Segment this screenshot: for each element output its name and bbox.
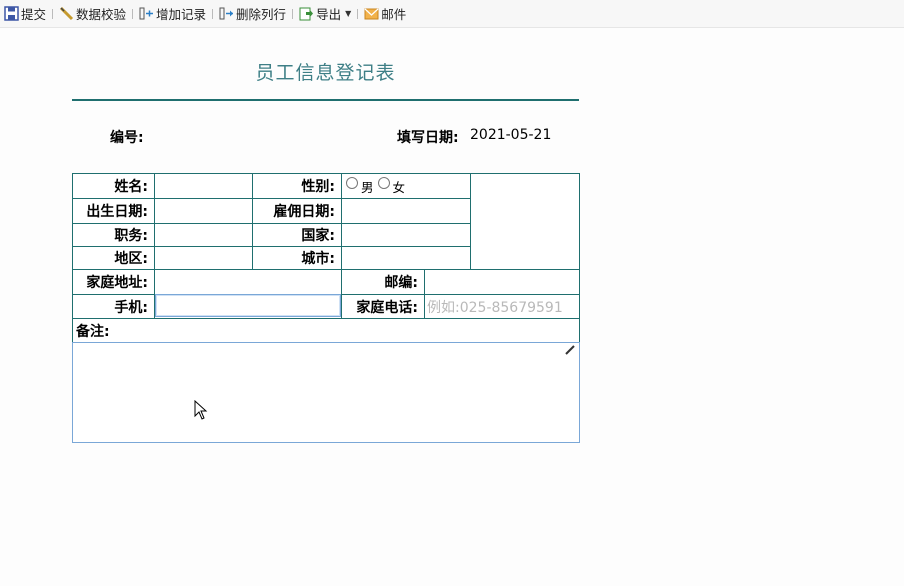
gender-female-radio[interactable] bbox=[377, 177, 390, 189]
fill-date-label: 填写日期: bbox=[397, 130, 459, 146]
number-label: 编号: bbox=[110, 130, 144, 146]
envelope-icon bbox=[364, 6, 379, 21]
gender-label: 性别: bbox=[252, 173, 342, 199]
toolbar-separator bbox=[52, 8, 54, 19]
toolbar: 提交 数据校验 增加记录 删除列行 导出 ▼ 邮件 bbox=[0, 0, 904, 28]
gender-male-label: 男 bbox=[361, 180, 374, 195]
pencil-icon[interactable] bbox=[565, 344, 575, 355]
mouse-pointer-icon bbox=[194, 399, 208, 420]
form-title: 员工信息登记表 bbox=[255, 62, 396, 84]
delete-row-label: 删除列行 bbox=[236, 7, 287, 22]
fill-date-value: 2021-05-21 bbox=[470, 127, 552, 143]
save-icon bbox=[4, 6, 19, 21]
mail-label: 邮件 bbox=[381, 7, 407, 22]
delete-row-icon bbox=[219, 6, 234, 21]
mail-button[interactable]: 邮件 bbox=[362, 3, 408, 25]
name-field[interactable] bbox=[154, 173, 253, 199]
submit-label: 提交 bbox=[21, 7, 47, 22]
add-row-icon bbox=[139, 6, 154, 21]
gender-female-label: 女 bbox=[392, 180, 406, 195]
export-label: 导出 bbox=[316, 7, 342, 22]
add-record-label: 增加记录 bbox=[156, 7, 207, 22]
gender-radio-group: 男 女 bbox=[341, 173, 471, 199]
submit-button[interactable]: 提交 bbox=[2, 3, 48, 25]
city-label: 城市: bbox=[252, 246, 342, 270]
validate-button[interactable]: 数据校验 bbox=[57, 3, 128, 25]
postcode-field[interactable] bbox=[424, 269, 580, 295]
add-record-button[interactable]: 增加记录 bbox=[137, 3, 208, 25]
country-label: 国家: bbox=[252, 223, 342, 247]
job-title-field[interactable] bbox=[154, 223, 253, 247]
hire-date-field[interactable] bbox=[341, 198, 471, 224]
address-field[interactable] bbox=[154, 269, 342, 295]
remarks-label: 备注: bbox=[72, 318, 580, 343]
mobile-label: 手机: bbox=[72, 294, 155, 319]
postcode-label: 邮编: bbox=[341, 269, 425, 295]
home-phone-input[interactable]: 例如:025-85679591 bbox=[424, 294, 580, 319]
chevron-down-icon: ▼ bbox=[345, 9, 352, 18]
name-label: 姓名: bbox=[72, 173, 155, 199]
gender-male-radio[interactable] bbox=[346, 177, 358, 189]
hire-date-label: 雇佣日期: bbox=[252, 198, 342, 224]
remarks-textarea[interactable] bbox=[72, 342, 580, 443]
ruler-icon bbox=[59, 6, 74, 21]
toolbar-separator bbox=[132, 8, 134, 19]
address-label: 家庭地址: bbox=[72, 269, 155, 295]
job-title-label: 职务: bbox=[72, 223, 155, 247]
photo-area[interactable] bbox=[470, 173, 580, 270]
birth-date-label: 出生日期: bbox=[72, 198, 155, 224]
toolbar-separator bbox=[212, 8, 214, 19]
validate-label: 数据校验 bbox=[76, 7, 127, 22]
home-phone-label: 家庭电话: bbox=[341, 294, 425, 319]
mobile-input[interactable] bbox=[155, 294, 341, 317]
delete-row-button[interactable]: 删除列行 bbox=[217, 3, 288, 25]
title-divider bbox=[72, 99, 579, 101]
country-field[interactable] bbox=[341, 223, 471, 247]
export-button[interactable]: 导出 ▼ bbox=[297, 3, 353, 25]
export-icon bbox=[299, 6, 314, 21]
region-label: 地区: bbox=[72, 246, 155, 270]
birth-date-field[interactable] bbox=[154, 198, 253, 224]
region-field[interactable] bbox=[154, 246, 253, 270]
toolbar-separator bbox=[292, 8, 294, 19]
toolbar-separator bbox=[357, 8, 359, 19]
city-field[interactable] bbox=[341, 246, 471, 270]
